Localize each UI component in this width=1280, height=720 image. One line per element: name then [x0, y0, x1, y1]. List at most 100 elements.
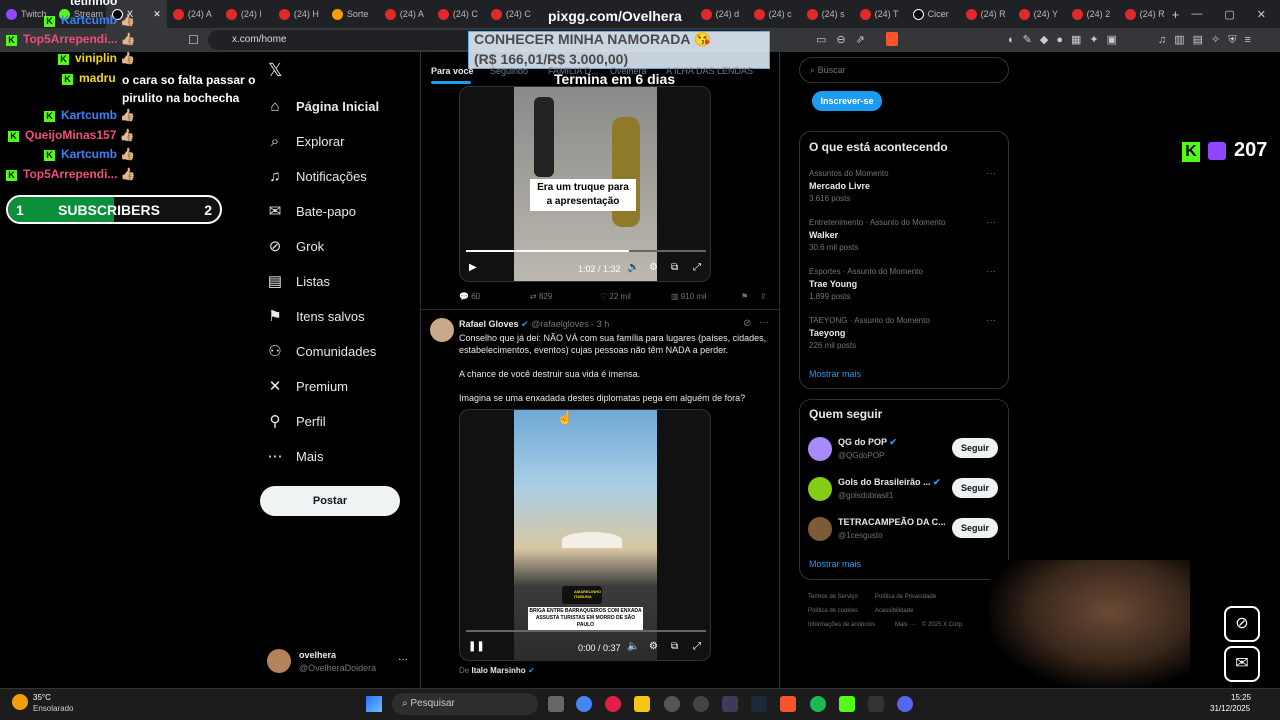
nav-more[interactable]: ⋯ Mais	[266, 444, 324, 468]
grok-float-icon[interactable]: ⊘	[1224, 606, 1260, 642]
video-progress[interactable]	[466, 630, 706, 632]
tab[interactable]: (24) 2	[1066, 0, 1119, 28]
tab[interactable]: (24) c	[748, 0, 801, 28]
reply-button[interactable]: 💬 60	[459, 292, 480, 301]
tab[interactable]: (24) s	[801, 0, 854, 28]
tab-list[interactable]: A ILHA DAS LENDAS	[666, 66, 753, 76]
nav-grok[interactable]: ⊘ Grok	[266, 234, 324, 258]
taskbar-search[interactable]: ⌕ Pesquisar	[392, 693, 538, 715]
tab[interactable]: (24) Y	[1013, 0, 1066, 28]
minimize-icon[interactable]: —	[1191, 8, 1202, 21]
nav-profile[interactable]: ⚲ Perfil	[266, 409, 326, 433]
avatar[interactable]	[430, 318, 454, 342]
more-icon[interactable]: ···	[986, 315, 996, 326]
epic-games-icon[interactable]	[868, 696, 884, 712]
tab[interactable]: (24) H	[273, 0, 326, 28]
nav-communities[interactable]: ⚇ Comunidades	[266, 339, 376, 363]
footer-link[interactable]: Política de cookies	[808, 608, 858, 614]
footer-link[interactable]: Acessibilidade	[875, 608, 913, 614]
steam-icon[interactable]	[751, 696, 767, 712]
like-button[interactable]: ♡ 22 mil	[600, 292, 631, 301]
account-name[interactable]: ovelhera	[299, 650, 336, 660]
footer-link[interactable]: Termos de Serviço	[808, 594, 858, 600]
tab[interactable]: (24) C	[485, 0, 538, 28]
follow-button[interactable]: Seguir	[952, 478, 998, 498]
fullscreen-icon[interactable]: ⤢	[693, 641, 701, 652]
avatar[interactable]	[267, 649, 291, 673]
follow-name[interactable]: TETRACAMPEÃO DA C...	[838, 517, 946, 527]
tab-for-you[interactable]: Para você	[431, 66, 474, 76]
new-tab-button[interactable]: +	[1172, 7, 1192, 22]
avatar[interactable]	[808, 477, 832, 501]
trend-name[interactable]: Walker	[809, 230, 838, 240]
settings-icon[interactable]: ⚙	[649, 262, 658, 273]
tab-list[interactable]: Ovelhera	[610, 66, 647, 76]
pip-icon[interactable]: ⧉	[671, 262, 678, 273]
maximize-icon[interactable]: ▢	[1224, 8, 1234, 21]
account-menu-icon[interactable]: ···	[398, 654, 408, 665]
subscribe-button[interactable]: Inscrever-se	[812, 91, 882, 111]
tab[interactable]: (24) T	[854, 0, 907, 28]
views-button[interactable]: ▥ 910 mil	[671, 292, 707, 301]
post-button[interactable]: Postar	[260, 486, 400, 516]
more-icon[interactable]: ···	[986, 168, 996, 179]
task-view-icon[interactable]	[548, 696, 564, 712]
video-progress[interactable]	[466, 250, 706, 252]
search-input[interactable]: ⌕ Buscar	[799, 57, 1009, 83]
spotify-icon[interactable]	[810, 696, 826, 712]
avatar[interactable]	[808, 437, 832, 461]
footer-link[interactable]: Política de Privacidade	[875, 594, 936, 600]
nav-bookmarks[interactable]: ⚑ Itens salvos	[266, 304, 364, 328]
pip-icon[interactable]: ⧉	[671, 641, 678, 652]
tab[interactable]: (24) A	[167, 0, 220, 28]
tab[interactable]: (24) C	[432, 0, 485, 28]
nav-home[interactable]: ⌂ Página Inicial	[266, 94, 379, 118]
fullscreen-icon[interactable]: ⤢	[693, 262, 701, 273]
play-icon[interactable]: ▶	[469, 262, 477, 273]
bookmark-icon[interactable]: ☐	[188, 33, 199, 47]
tab[interactable]: (24) R	[1119, 0, 1172, 28]
nav-explore[interactable]: ⌕ Explorar	[266, 129, 345, 153]
more-icon[interactable]: ···	[986, 266, 996, 277]
nav-lists[interactable]: ▤ Listas	[266, 269, 330, 293]
more-icon[interactable]: ···	[759, 317, 769, 328]
grok-icon[interactable]: ⊘	[743, 318, 751, 329]
pause-icon[interactable]: ❚❚	[468, 641, 485, 652]
volume-icon[interactable]: 🔈	[627, 641, 639, 652]
show-more-link[interactable]: Mostrar mais	[809, 559, 861, 569]
opera-icon[interactable]	[605, 696, 621, 712]
messages-float-icon[interactable]: ✉	[1224, 646, 1260, 682]
nav-chat[interactable]: ✉ Bate-papo	[266, 199, 356, 223]
brave-shield-icon[interactable]	[886, 32, 898, 46]
more-icon[interactable]: ···	[986, 217, 996, 228]
bookmark-button[interactable]: ⚑	[741, 292, 748, 301]
tab[interactable]: Sorte	[326, 0, 379, 28]
weather-icon[interactable]	[12, 694, 28, 710]
share-button[interactable]: ⇪	[760, 292, 767, 301]
windows-start-icon[interactable]	[366, 696, 382, 712]
app-icon[interactable]	[693, 696, 709, 712]
tab-following[interactable]: Seguindo	[490, 66, 528, 76]
nav-notifications[interactable]: ♫ Notificações	[266, 164, 366, 188]
app-icon[interactable]	[664, 696, 680, 712]
tab[interactable]: Cicer	[907, 0, 960, 28]
tab[interactable]: (24) R	[960, 0, 1013, 28]
trend-name[interactable]: Mercado Livre	[809, 181, 870, 191]
trend-name[interactable]: Taeyong	[809, 328, 845, 338]
extension-icons[interactable]: ◐✎◆●▦✦▣	[1008, 33, 1125, 46]
volume-icon[interactable]: 🔈	[627, 262, 639, 273]
show-more-link[interactable]: Mostrar mais	[809, 369, 861, 379]
tab[interactable]: (24) l	[220, 0, 273, 28]
folder-icon[interactable]	[634, 696, 650, 712]
video-player[interactable]: Era um truque para a apresentação	[459, 86, 711, 282]
repost-button[interactable]: ⇄ 829	[530, 292, 552, 301]
nav-premium[interactable]: ✕ Premium	[266, 374, 348, 398]
follow-name[interactable]: QG do POP ✔	[838, 437, 897, 448]
follow-name[interactable]: Gols do Brasileirão ... ✔	[838, 477, 941, 488]
toolbar-icons[interactable]: ▭⊖⇗	[816, 33, 875, 46]
browser-menu-icons[interactable]: ♫▥▤✧⛨≡	[1158, 33, 1259, 47]
close-window-icon[interactable]: ✕	[1257, 8, 1266, 21]
brave-icon[interactable]	[780, 696, 796, 712]
footer-link[interactable]: Informações de anúncios	[808, 622, 875, 628]
chrome-icon[interactable]	[576, 696, 592, 712]
